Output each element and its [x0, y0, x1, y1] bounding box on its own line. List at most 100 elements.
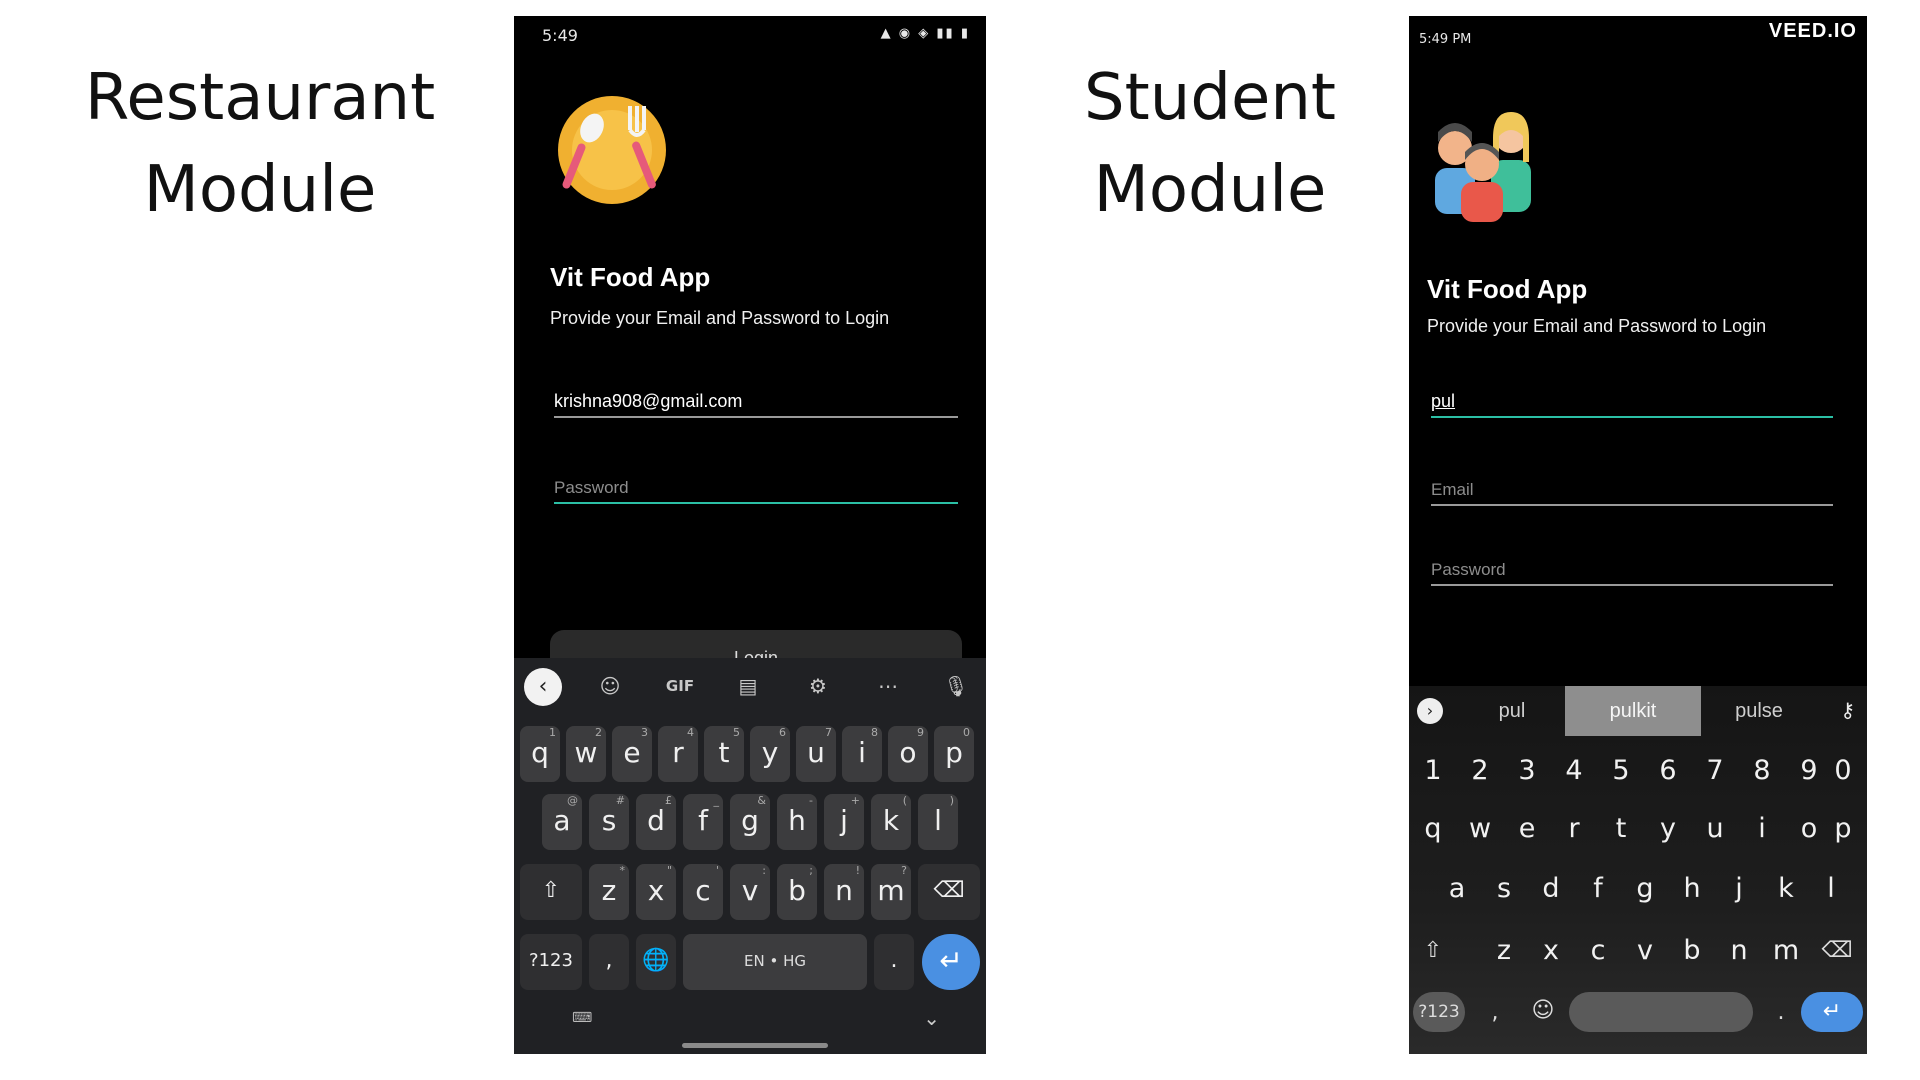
key-k[interactable]: k(	[871, 794, 911, 850]
key-7[interactable]: 7	[1695, 746, 1735, 796]
key-y[interactable]: y6	[750, 726, 790, 782]
email-placeholder: Email	[1431, 480, 1474, 499]
enter-key[interactable]: ↵	[1801, 992, 1863, 1032]
key-r[interactable]: r	[1554, 804, 1594, 854]
key-v[interactable]: v	[1625, 926, 1665, 976]
password-field[interactable]: Password	[1431, 546, 1833, 586]
key-d[interactable]: d	[1531, 864, 1571, 914]
key-x[interactable]: x	[1531, 926, 1571, 976]
gif-button[interactable]: GIF	[660, 677, 700, 695]
plate-utensils-icon	[558, 96, 666, 204]
key-c[interactable]: c '	[683, 864, 723, 920]
key-l[interactable]: l)	[918, 794, 958, 850]
suggestion-2[interactable]: pulkit	[1565, 686, 1701, 736]
space-bar[interactable]: EN • HG	[683, 934, 867, 990]
enter-key[interactable]: ↵	[922, 934, 980, 990]
key-j[interactable]: j	[1719, 864, 1759, 914]
key-r[interactable]: r4	[658, 726, 698, 782]
period-key[interactable]: .	[1761, 988, 1801, 1038]
key-k[interactable]: k	[1766, 864, 1806, 914]
key-b[interactable]: b;	[777, 864, 817, 920]
key-i[interactable]: i8	[842, 726, 882, 782]
key-4[interactable]: 4	[1554, 746, 1594, 796]
key-q[interactable]: q	[1413, 804, 1453, 854]
key-f[interactable]: f	[1578, 864, 1618, 914]
key-z[interactable]: z *	[589, 864, 629, 920]
key-b[interactable]: b	[1672, 926, 1712, 976]
key-q[interactable]: q1	[520, 726, 560, 782]
key-3[interactable]: 3	[1507, 746, 1547, 796]
key-e[interactable]: e	[1507, 804, 1547, 854]
key-t[interactable]: t	[1601, 804, 1641, 854]
key-0[interactable]: 0	[1823, 746, 1863, 796]
microphone-icon[interactable]: 🎙	[936, 674, 976, 698]
key-5[interactable]: 5	[1601, 746, 1641, 796]
key-h[interactable]: h	[1672, 864, 1712, 914]
key-2[interactable]: 2	[1460, 746, 1500, 796]
key-u[interactable]: u	[1695, 804, 1735, 854]
key-m[interactable]: m	[1766, 926, 1806, 976]
key-m[interactable]: m?	[871, 864, 911, 920]
key-l[interactable]: l	[1811, 864, 1851, 914]
key-y[interactable]: y	[1648, 804, 1688, 854]
globe-icon[interactable]: 🌐	[636, 934, 676, 990]
chevron-right-icon[interactable]: ›	[1417, 698, 1443, 724]
key-g[interactable]: g	[1625, 864, 1665, 914]
students-group-icon	[1435, 112, 1531, 222]
shift-key[interactable]: ⇧	[520, 864, 582, 920]
key-n[interactable]: n!	[824, 864, 864, 920]
keyboard-switch-icon[interactable]: ⌨	[572, 1010, 592, 1026]
symbols-key[interactable]: ?123	[1413, 992, 1465, 1032]
app-title: Vit Food App	[1427, 274, 1588, 304]
status-bar: 5:49 ▲ ◉ ◈ ▮▮ ▮	[514, 16, 986, 56]
shift-key[interactable]: ⇧	[1413, 926, 1453, 976]
key-v[interactable]: v:	[730, 864, 770, 920]
key-icon[interactable]: ⚷	[1840, 698, 1855, 722]
backspace-key[interactable]: ⌫	[1817, 926, 1857, 976]
email-field[interactable]: krishna908@gmail.com	[554, 378, 958, 418]
suggestion-3[interactable]: pulse	[1701, 686, 1817, 736]
clipboard-icon[interactable]: ▤	[728, 674, 768, 698]
key-g[interactable]: g &	[730, 794, 770, 850]
chevron-down-icon[interactable]: ⌄	[923, 1006, 940, 1030]
key-w[interactable]: w2	[566, 726, 606, 782]
key-x[interactable]: x "	[636, 864, 676, 920]
symbols-key[interactable]: ?123	[520, 934, 582, 990]
key-h[interactable]: h-	[777, 794, 817, 850]
key-8[interactable]: 8	[1742, 746, 1782, 796]
email-field[interactable]: Email	[1431, 466, 1833, 506]
key-6[interactable]: 6	[1648, 746, 1688, 796]
space-bar[interactable]	[1569, 992, 1753, 1032]
key-j[interactable]: j +	[824, 794, 864, 850]
key-a[interactable]: a @	[542, 794, 582, 850]
key-s[interactable]: s	[1484, 864, 1524, 914]
key-o[interactable]: o9	[888, 726, 928, 782]
key-e[interactable]: e3	[612, 726, 652, 782]
key-s[interactable]: s #	[589, 794, 629, 850]
key-f[interactable]: f _	[683, 794, 723, 850]
key-1[interactable]: 1	[1413, 746, 1453, 796]
key-z[interactable]: z	[1484, 926, 1524, 976]
key-p[interactable]: p	[1823, 804, 1863, 854]
gear-icon[interactable]: ⚙	[798, 674, 838, 698]
period-key[interactable]: .	[874, 934, 914, 990]
key-p[interactable]: p0	[934, 726, 974, 782]
key-c[interactable]: c	[1578, 926, 1618, 976]
more-icon[interactable]: ⋯	[868, 674, 908, 698]
sticker-icon[interactable]: ☺	[590, 674, 630, 698]
key-n[interactable]: n	[1719, 926, 1759, 976]
key-t[interactable]: t5	[704, 726, 744, 782]
key-a[interactable]: a	[1437, 864, 1477, 914]
chevron-left-icon[interactable]: ‹	[524, 668, 562, 706]
key-i[interactable]: i	[1742, 804, 1782, 854]
comma-key[interactable]: ,	[1475, 988, 1515, 1038]
key-d[interactable]: d £	[636, 794, 676, 850]
password-field[interactable]: Password	[554, 464, 958, 504]
suggestion-1[interactable]: pul	[1459, 686, 1565, 736]
backspace-key[interactable]: ⌫	[918, 864, 980, 920]
key-u[interactable]: u7	[796, 726, 836, 782]
key-w[interactable]: w	[1460, 804, 1500, 854]
name-field[interactable]: pul	[1431, 378, 1833, 418]
emoji-icon[interactable]: ☺	[1523, 986, 1563, 1036]
comma-key[interactable]: ,	[589, 934, 629, 990]
